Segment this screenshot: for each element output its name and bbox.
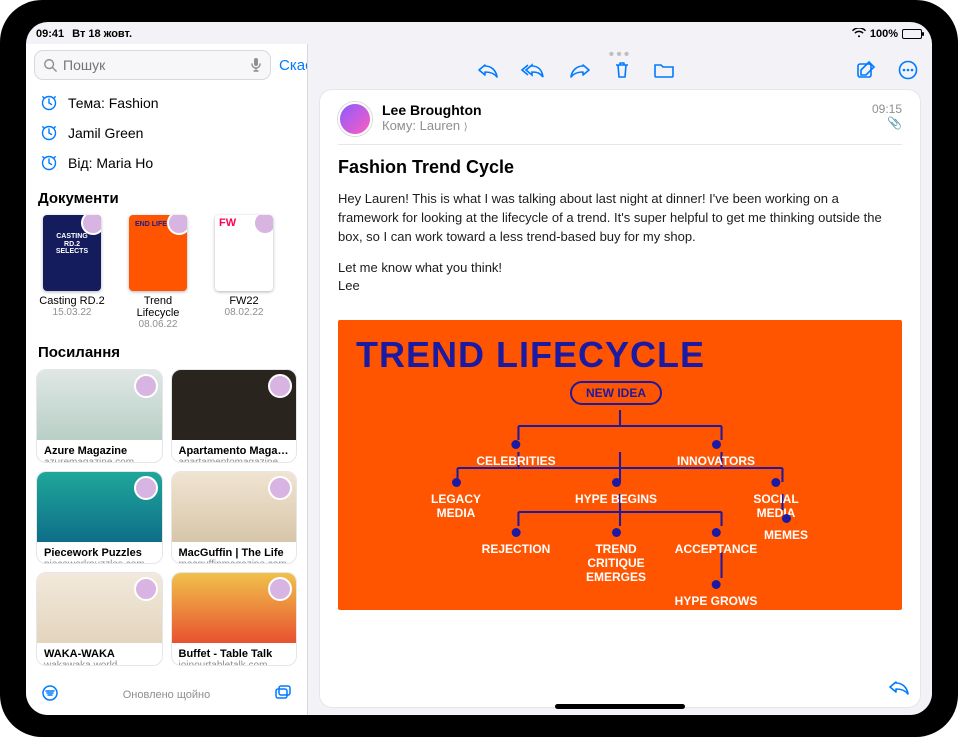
mic-icon[interactable] [250,57,262,73]
clock-icon [40,124,58,142]
to-line[interactable]: Кому: Lauren ⟩ [382,118,862,133]
status-bar: 09:41 Вт 18 жовт. 100% [26,22,932,42]
documents-row: Casting RD.215.03.22 Trend Lifecycle08.0… [26,211,307,338]
screen: 09:41 Вт 18 жовт. 100% [26,22,932,715]
attachment-image[interactable]: TREND LIFECYCLE [338,320,902,610]
status-time: 09:41 [36,28,64,40]
link-card[interactable]: Piecework Puzzlespieceworkpuzzles.com [36,471,163,565]
sidebar-footer: Оновлено щойно [26,676,307,715]
mail-header: Lee Broughton Кому: Lauren ⟩ 09:15 📎 [320,90,920,144]
attachment-area: TREND LIFECYCLE [320,312,920,707]
clock-icon [40,154,58,172]
reply-float-icon[interactable] [888,678,910,701]
chevron-right-icon: ⟩ [464,122,468,133]
suggestion-label: Від: Maria Ho [68,155,153,171]
mail-card: Lee Broughton Кому: Lauren ⟩ 09:15 📎 [320,90,920,707]
multiwindow-icon[interactable] [273,684,293,705]
more-icon[interactable] [898,60,918,80]
document-item[interactable]: FW2208.02.22 [210,215,278,330]
status-date: Вт 18 жовт. [72,28,132,40]
filter-icon[interactable] [40,684,60,705]
avatar[interactable] [338,102,372,136]
suggestion-label: Тема: Fashion [68,95,159,111]
link-card[interactable]: MacGuffin | The Lifemacguffinmagazine.co… [171,471,298,565]
battery-pct: 100% [870,28,898,40]
search-field[interactable] [34,50,271,80]
link-card[interactable]: WAKA-WAKAwakawaka.world [36,572,163,666]
search-icon [43,58,57,72]
search-input[interactable] [63,57,244,73]
attachment-icon: 📎 [872,116,902,130]
suggestion-label: Jamil Green [68,125,143,141]
suggestions-list: Тема: Fashion Jamil Green Від: Maria Ho [26,86,307,184]
cancel-button[interactable]: Скасувати [277,57,308,74]
links-grid: Azure Magazineazuremagazine.com Apartame… [26,365,307,676]
mail-time: 09:15 [872,102,902,116]
flow-node: NEW IDEA [570,381,662,405]
mail-subject: Fashion Trend Cycle [320,145,920,184]
link-card[interactable]: Buffet - Table Talkjoinourtabletalk.com [171,572,298,666]
wifi-icon [852,28,866,41]
multitask-dots-icon[interactable]: ••• [609,46,632,64]
document-item[interactable]: Trend Lifecycle08.06.22 [124,215,192,330]
mail-pane: ••• [308,44,932,715]
clock-icon [40,94,58,112]
suggestion-item[interactable]: Тема: Fashion [26,88,307,118]
mail-body: Hey Lauren! This is what I was talking a… [320,184,920,312]
move-folder-icon[interactable] [653,61,675,79]
home-indicator[interactable] [555,704,685,709]
suggestion-item[interactable]: Jamil Green [26,118,307,148]
section-documents-title: Документи [26,184,307,211]
reply-all-icon[interactable] [521,61,547,79]
search-sidebar: Скасувати Тема: Fashion Jamil Green Від:… [26,44,308,715]
compose-icon[interactable] [856,60,876,80]
reply-icon[interactable] [477,61,499,79]
sender-name[interactable]: Lee Broughton [382,102,862,118]
battery-icon [902,29,922,39]
forward-icon[interactable] [569,61,591,79]
section-links-title: Посилання [26,338,307,365]
poster-title: TREND LIFECYCLE [356,334,884,376]
link-card[interactable]: Azure Magazineazuremagazine.com [36,369,163,463]
device-frame: 09:41 Вт 18 жовт. 100% [0,0,958,737]
document-item[interactable]: Casting RD.215.03.22 [38,215,106,330]
link-card[interactable]: Apartamento Maga…apartamentomagazine.c… [171,369,298,463]
sync-status: Оновлено щойно [60,689,273,701]
suggestion-item[interactable]: Від: Maria Ho [26,148,307,178]
